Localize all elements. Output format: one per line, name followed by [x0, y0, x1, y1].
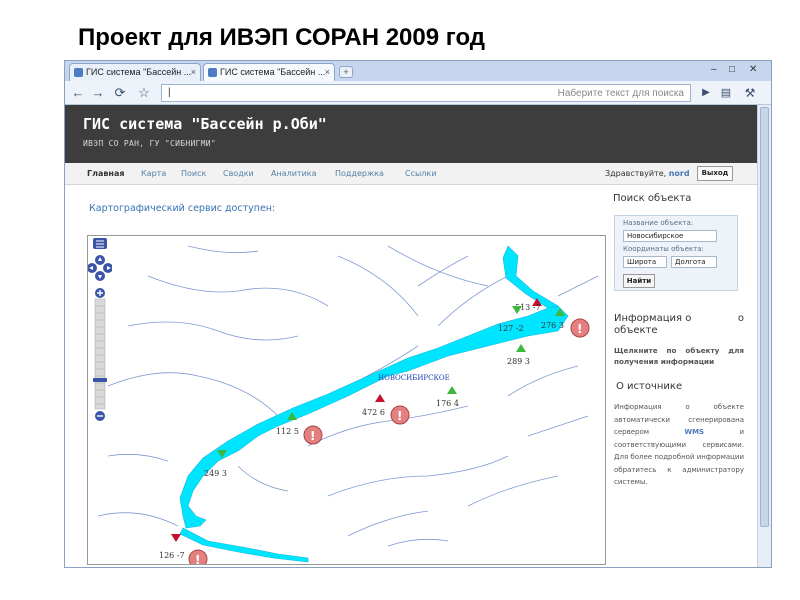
maximize-icon[interactable]: □	[729, 64, 735, 75]
station-label: 276 3	[541, 321, 564, 330]
zoom-slider-handle[interactable]	[93, 378, 107, 382]
new-tab-button[interactable]: +	[339, 66, 353, 78]
object-search-panel: Поиск объекта	[613, 193, 753, 204]
menu-item-analytics[interactable]: Аналитика	[271, 169, 317, 178]
logout-button[interactable]: Выход	[697, 166, 733, 181]
object-info-title-text: Информация о объекте	[614, 313, 692, 336]
source-text-part: и соответствующими сервисами. Для более …	[614, 428, 744, 486]
reservoir	[179, 245, 569, 563]
svg-text:!: !	[195, 553, 200, 565]
browser-tab-bar: ГИС система "Бассейн ... × ГИС система "…	[65, 61, 771, 81]
coords-label: Координаты объекта:	[623, 245, 704, 253]
source-text-part: Информация о объекте автоматически сгене…	[614, 403, 744, 436]
forward-icon[interactable]: →	[89, 84, 107, 102]
find-button[interactable]: Найти	[623, 274, 655, 288]
svg-text:!: !	[310, 429, 315, 443]
station-marker-red-up[interactable]	[375, 394, 385, 402]
site-menu: Главная Карта Поиск Сводки Аналитика Под…	[65, 163, 759, 185]
address-placeholder: Наберите текст для поиска	[557, 88, 684, 99]
source-text: Информация о объекте автоматически сгене…	[614, 401, 744, 489]
greeting-text: Здравствуйте,	[605, 169, 667, 178]
slide-title: Проект для ИВЭП СОРАН 2009 год	[78, 24, 486, 51]
close-icon[interactable]: ×	[325, 67, 330, 77]
zoom-slider-track[interactable]	[94, 298, 106, 410]
station-label: 126 -7	[159, 551, 185, 560]
address-bar[interactable]: | Наберите текст для поиска	[161, 84, 691, 102]
object-name-label: Название объекта:	[623, 219, 694, 227]
back-icon[interactable]: ←	[69, 84, 87, 102]
station-label: 112 5	[276, 427, 299, 436]
map-view[interactable]: НОВОСИБИРСКОЕ 513 -7 127 -2 276 3 289 3 …	[87, 235, 606, 565]
menu-item-reports[interactable]: Сводки	[223, 169, 254, 178]
station-label: 176 4	[436, 399, 459, 408]
station-label: 127 -2	[498, 324, 524, 333]
address-text: |	[168, 87, 171, 98]
browser-tab-label: ГИС система "Бассейн ...	[86, 67, 192, 77]
browser-tab-1[interactable]: ГИС система "Бассейн ... ×	[69, 63, 201, 81]
greeting: Здравствуйте, nord	[605, 169, 690, 178]
page-menu-icon[interactable]: ▤	[717, 84, 735, 102]
browser-tab-2[interactable]: ГИС система "Бассейн ... ×	[203, 63, 335, 81]
object-info-text: Щелкните по объекту для получения информ…	[614, 346, 744, 366]
menu-item-search[interactable]: Поиск	[181, 169, 206, 178]
station-label: 472 6	[362, 408, 385, 417]
page-scrollbar[interactable]	[757, 105, 771, 567]
object-search-form: Название объекта: Новосибирское Координа…	[614, 215, 738, 291]
alert-icon[interactable]: !	[390, 405, 410, 425]
close-window-icon[interactable]: ✕	[749, 64, 757, 75]
map-service-status: Картографический сервис доступен:	[89, 203, 276, 214]
close-icon[interactable]: ×	[191, 67, 196, 77]
station-marker-green-up[interactable]	[516, 344, 526, 352]
wrench-icon[interactable]: ⚒	[741, 84, 759, 102]
object-info-title: Информация о объекте о	[614, 313, 744, 337]
object-info-title-o: о	[737, 313, 744, 324]
zoom-in-icon[interactable]	[95, 288, 105, 298]
play-icon[interactable]: ▶	[697, 84, 715, 102]
latitude-input[interactable]: Широта	[623, 256, 667, 268]
zoom-out-icon[interactable]	[95, 411, 105, 421]
favicon-icon	[74, 68, 83, 77]
menu-item-home[interactable]: Главная	[87, 169, 124, 178]
user-name[interactable]: nord	[669, 169, 690, 178]
browser-toolbar: ← → ⟳ ☆ | Наберите текст для поиска ▶ ▤ …	[65, 81, 771, 105]
browser-tab-label: ГИС система "Бассейн ...	[220, 67, 326, 77]
alert-icon[interactable]: !	[303, 425, 323, 445]
favicon-icon	[208, 68, 217, 77]
alert-icon[interactable]: !	[188, 549, 208, 565]
station-label: 249 3	[204, 469, 227, 478]
alert-icon[interactable]: !	[570, 318, 590, 338]
station-marker-green-up[interactable]	[447, 386, 457, 394]
source-title: О источнике	[616, 381, 683, 392]
map-canvas[interactable]: НОВОСИБИРСКОЕ 513 -7 127 -2 276 3 289 3 …	[88, 236, 606, 565]
menu-item-support[interactable]: Поддержка	[335, 169, 384, 178]
reload-icon[interactable]: ⟳	[111, 84, 129, 102]
city-label: НОВОСИБИРСКОЕ	[378, 374, 450, 382]
scrollbar-thumb[interactable]	[760, 107, 769, 527]
minimize-icon[interactable]: –	[711, 64, 717, 75]
web-page: ГИС система "Бассейн р.Оби" ИВЭП СО РАН,…	[65, 105, 759, 567]
map-zoom-controls	[88, 238, 112, 421]
svg-text:!: !	[397, 409, 402, 423]
object-search-title: Поиск объекта	[613, 193, 692, 204]
bookmark-star-icon[interactable]: ☆	[135, 84, 153, 102]
menu-item-map[interactable]: Карта	[141, 169, 166, 178]
site-subtitle: ИВЭП СО РАН, ГУ "СИБНИГМИ"	[83, 139, 217, 148]
source-wms-term: WMS	[684, 428, 705, 436]
svg-text:!: !	[577, 322, 582, 336]
station-marker-red-down[interactable]	[171, 534, 181, 542]
station-label: 289 3	[507, 357, 530, 366]
longitude-input[interactable]: Долгота	[671, 256, 717, 268]
menu-item-links[interactable]: Ссылки	[405, 169, 436, 178]
browser-window: ГИС система "Бассейн ... × ГИС система "…	[64, 60, 772, 568]
site-banner: ГИС система "Бассейн р.Оби" ИВЭП СО РАН,…	[65, 105, 759, 163]
site-title: ГИС система "Бассейн р.Оби"	[83, 115, 327, 133]
pan-control-icon[interactable]	[88, 255, 112, 281]
object-name-input[interactable]: Новосибирское	[623, 230, 717, 242]
